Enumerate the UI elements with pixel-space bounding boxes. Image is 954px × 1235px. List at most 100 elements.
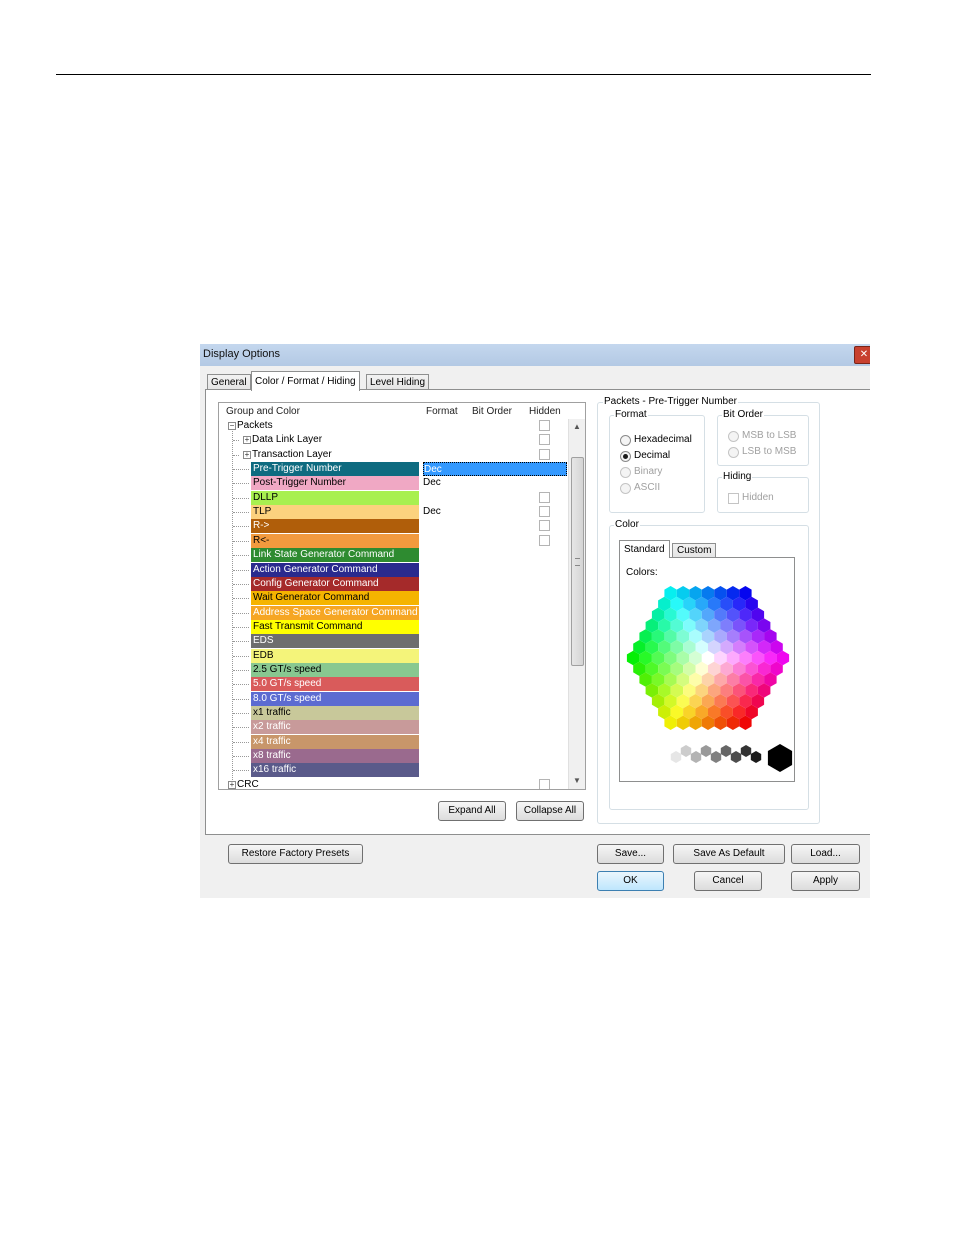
tree-row[interactable]: x4 traffic	[219, 734, 567, 749]
scroll-thumb[interactable]	[571, 457, 584, 666]
color-hexagon-picker[interactable]	[620, 558, 796, 783]
hidden-checkbox[interactable]	[539, 420, 550, 431]
tree-row[interactable]: Fast Transmit Command	[219, 619, 567, 634]
tree-row[interactable]: R<-	[219, 533, 567, 548]
tree-row[interactable]: Post-Trigger Number Dec	[219, 476, 567, 491]
cancel-button[interactable]: Cancel	[694, 871, 762, 891]
gray-swatch[interactable]	[710, 751, 722, 763]
format-radio[interactable]	[620, 451, 631, 462]
tree-row[interactable]: R->	[219, 519, 567, 534]
format-radio[interactable]	[620, 483, 631, 494]
tree-row[interactable]: TLP Dec	[219, 505, 567, 520]
tree-row[interactable]: Address Space Generator Command	[219, 605, 567, 620]
tree-row[interactable]: DLLP	[219, 490, 567, 505]
tree-row[interactable]: + CRC	[219, 778, 567, 789]
tree-row[interactable]: x8 traffic	[219, 749, 567, 764]
tab-standard-colors[interactable]: Standard	[619, 540, 670, 558]
scroll-down-icon[interactable]: ▼	[569, 773, 585, 789]
save-as-default-button[interactable]: Save As Default	[673, 844, 785, 864]
group-color-tree[interactable]: Group and Color Format Bit Order Hidden …	[218, 402, 586, 790]
tree-row[interactable]: x1 traffic	[219, 706, 567, 720]
gray-swatch[interactable]	[730, 751, 742, 763]
tree-row[interactable]: Link State Generator Command	[219, 548, 567, 563]
gray-swatch[interactable]	[700, 745, 712, 757]
bit-order-radio[interactable]	[728, 447, 739, 458]
gray-swatch[interactable]	[720, 745, 732, 757]
expand-icon[interactable]: +	[228, 780, 236, 789]
tree-row[interactable]: Action Generator Command	[219, 562, 567, 577]
tree-row-format[interactable]: Dec	[423, 476, 441, 490]
hidden-checkbox[interactable]	[539, 448, 550, 460]
tab-general[interactable]: General	[207, 374, 251, 390]
tree-branch-line	[233, 598, 249, 600]
tree-row[interactable]: x2 traffic	[219, 720, 567, 735]
tree-row[interactable]: + Data Link Layer	[219, 433, 567, 447]
tab-level-hiding[interactable]: Level Hiding	[366, 374, 430, 390]
tree-row-label: R<-	[251, 533, 419, 548]
black-swatch[interactable]	[767, 744, 793, 772]
gray-swatch[interactable]	[690, 751, 702, 763]
column-format[interactable]: Format	[426, 406, 458, 417]
tree-row[interactable]: − Packets	[219, 419, 567, 433]
column-group-and-color[interactable]: Group and Color	[226, 406, 300, 417]
tree-branch-line	[233, 540, 249, 542]
title-bar[interactable]: Display Options ✕	[200, 344, 870, 366]
tree-branch-line	[233, 641, 249, 643]
format-radio[interactable]	[620, 467, 631, 478]
tree-row-label: x4 traffic	[251, 734, 419, 749]
tree-row[interactable]: EDB	[219, 648, 567, 663]
column-bit-order[interactable]: Bit Order	[472, 406, 512, 417]
collapse-all-button[interactable]: Collapse All	[516, 801, 584, 821]
tree-row[interactable]: Config Generator Command	[219, 576, 567, 591]
tree-scrollbar[interactable]: ▲ ▼	[568, 419, 585, 789]
tree-row[interactable]: EDS	[219, 634, 567, 649]
gray-swatch[interactable]	[680, 745, 692, 757]
tree-row[interactable]: 2.5 GT/s speed	[219, 662, 567, 677]
gray-swatch[interactable]	[750, 751, 762, 763]
hidden-checkbox[interactable]	[539, 520, 550, 532]
ok-button[interactable]: OK	[597, 871, 664, 891]
hidden-checkbox[interactable]	[539, 778, 550, 789]
hidden-checkbox[interactable]	[728, 493, 739, 504]
tree-row-format[interactable]: Dec	[423, 505, 441, 519]
tree-rows: − Packets + Data Link Layer + Transaction Lay…	[219, 419, 567, 789]
apply-button[interactable]: Apply	[791, 871, 860, 891]
hiding-legend: Hiding	[722, 471, 753, 482]
gray-swatch[interactable]	[670, 751, 682, 763]
tree-row[interactable]: Wait Generator Command	[219, 591, 567, 606]
collapse-icon[interactable]: −	[228, 422, 236, 430]
hidden-checkbox[interactable]	[539, 506, 550, 518]
tree-branch-line	[233, 583, 249, 585]
hidden-checkbox[interactable]	[539, 434, 550, 446]
column-hidden[interactable]: Hidden	[529, 406, 561, 417]
tree-row-format[interactable]: Dec	[423, 462, 567, 477]
tab-custom-colors[interactable]: Custom	[672, 543, 717, 558]
tree-branch-line	[233, 727, 249, 729]
details-group-title: Packets - Pre-Trigger Number	[603, 396, 738, 407]
gray-swatch[interactable]	[660, 745, 672, 757]
tree-row[interactable]: Pre-Trigger Number Dec	[219, 462, 567, 477]
tree-row[interactable]: 8.0 GT/s speed	[219, 691, 567, 706]
tab-color-format-hiding[interactable]: Color / Format / Hiding	[251, 371, 360, 391]
tree-row[interactable]: x16 traffic	[219, 763, 567, 778]
tree-branch-line	[233, 684, 249, 686]
expand-icon[interactable]: +	[243, 450, 251, 459]
bit-order-radio[interactable]	[728, 431, 739, 442]
dialog-title: Display Options	[203, 348, 281, 360]
save-button[interactable]: Save...	[597, 844, 664, 864]
tree-row-label: Transaction Layer	[252, 448, 332, 460]
hidden-checkbox[interactable]	[539, 491, 550, 503]
gray-swatch[interactable]	[740, 745, 752, 757]
hidden-checkbox[interactable]	[539, 534, 550, 546]
scroll-up-icon[interactable]: ▲	[569, 419, 585, 435]
format-radio[interactable]	[620, 435, 631, 446]
tree-row-label: CRC	[237, 778, 259, 789]
tree-row[interactable]: 5.0 GT/s speed	[219, 677, 567, 692]
restore-factory-presets-button[interactable]: Restore Factory Presets	[228, 844, 363, 864]
tree-branch-line	[233, 497, 249, 499]
tree-row[interactable]: + Transaction Layer	[219, 448, 567, 462]
expand-icon[interactable]: +	[243, 436, 251, 445]
expand-all-button[interactable]: Expand All	[438, 801, 506, 821]
load-button[interactable]: Load...	[791, 844, 860, 864]
close-icon[interactable]: ✕	[854, 346, 870, 364]
